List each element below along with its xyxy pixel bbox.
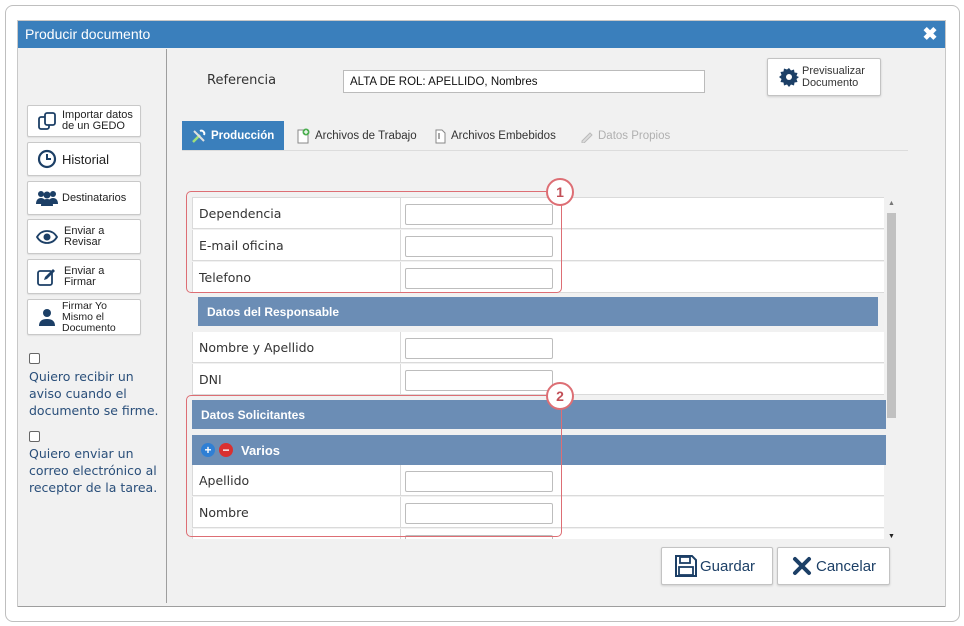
dialog-title: Producir documento xyxy=(25,26,151,42)
referencia-input[interactable]: ALTA DE ROL: APELLIDO, Nombres xyxy=(343,70,705,93)
row-divider xyxy=(400,332,401,363)
dni-label: DNI xyxy=(199,372,222,387)
callout-number-1: 1 xyxy=(546,178,574,206)
dni-input[interactable] xyxy=(405,370,553,391)
scroll-down-arrow-icon[interactable]: ▼ xyxy=(886,531,897,543)
attachment-icon xyxy=(433,128,447,144)
producir-documento-dialog: Producir documento ✖ Importar datos de u… xyxy=(17,20,946,607)
sidebar-divider xyxy=(166,49,167,603)
tab-datos-propios-label: Datos Propios xyxy=(598,129,671,142)
historial-label: Historial xyxy=(62,151,109,167)
tab-archivos-embebidos[interactable]: Archivos Embebidos xyxy=(433,121,556,150)
tab-archivos-trabajo-label: Archivos de Trabajo xyxy=(315,129,417,142)
clock-icon xyxy=(34,149,60,169)
enviar-correo-label: Quiero enviar un correo electrónico al r… xyxy=(29,446,158,495)
enviar-correo-checkbox[interactable] xyxy=(29,431,40,442)
enviar-revisar-label: Enviar a Revisar xyxy=(64,224,105,248)
file-add-icon xyxy=(295,128,311,144)
pen-icon xyxy=(34,267,60,287)
user-icon xyxy=(34,308,60,326)
import-icon xyxy=(34,111,60,131)
row-divider xyxy=(400,364,401,395)
tools-icon xyxy=(191,128,207,144)
enviar-revisar-button[interactable]: Enviar a Revisar xyxy=(27,219,141,254)
close-icon[interactable]: ✖ xyxy=(921,24,939,44)
dialog-titlebar: Producir documento ✖ xyxy=(18,21,945,48)
firmar-yo-mismo-label: Firmar Yo Mismo el Documento xyxy=(62,299,116,334)
tab-archivos-embebidos-label: Archivos Embebidos xyxy=(451,129,556,142)
form-row-nombre-apellido: Nombre y Apellido xyxy=(192,332,884,363)
form-scrollbar[interactable]: ▲ ▼ xyxy=(886,198,897,543)
scroll-up-arrow-icon[interactable]: ▲ xyxy=(886,198,897,210)
referencia-label: Referencia xyxy=(207,73,277,88)
destinatarios-button[interactable]: Destinatarios xyxy=(27,181,141,215)
guardar-button[interactable]: Guardar xyxy=(661,547,773,585)
cancelar-label: Cancelar xyxy=(816,557,877,575)
tab-bar: Producción Archivos de Trabajo Archivos … xyxy=(182,121,908,151)
scroll-thumb[interactable] xyxy=(887,213,896,418)
callout-box-1 xyxy=(186,191,562,293)
nombre-apellido-label: Nombre y Apellido xyxy=(199,340,315,355)
documento-label: Documento xyxy=(802,77,859,89)
section-datos-responsable: Datos del Responsable xyxy=(198,297,878,326)
gear-icon xyxy=(776,67,802,87)
previsualizar-button[interactable]: Previsualizar Documento xyxy=(767,58,881,96)
nombre-apellido-input[interactable] xyxy=(405,338,553,359)
callout-box-2 xyxy=(186,395,562,537)
users-icon xyxy=(34,190,60,206)
destinatarios-label: Destinatarios xyxy=(62,191,127,204)
callout-number-2: 2 xyxy=(546,382,574,410)
save-icon xyxy=(674,554,698,578)
cancel-x-icon xyxy=(792,556,812,576)
tab-produccion[interactable]: Producción xyxy=(182,121,285,150)
firmar-yo-mismo-button[interactable]: Firmar Yo Mismo el Documento xyxy=(27,299,141,335)
tab-datos-propios[interactable]: Datos Propios xyxy=(580,121,670,150)
tab-archivos-trabajo[interactable]: Archivos de Trabajo xyxy=(295,121,417,150)
eye-icon xyxy=(34,229,60,244)
enviar-firmar-label: Enviar a Firmar xyxy=(64,264,105,288)
enviar-firmar-button[interactable]: Enviar a Firmar xyxy=(27,259,141,294)
aviso-firma-label: Quiero recibir un aviso cuando el docume… xyxy=(29,369,159,418)
bottom-divider xyxy=(18,606,945,607)
aviso-firma-checkbox[interactable] xyxy=(29,353,40,364)
form-row-dni: DNI xyxy=(192,364,884,395)
tab-produccion-label: Producción xyxy=(211,129,275,142)
import-gedo-label: Importar datos de un GEDO xyxy=(62,109,133,132)
historial-button[interactable]: Historial xyxy=(27,142,141,176)
guardar-label: Guardar xyxy=(700,557,756,575)
import-gedo-button[interactable]: Importar datos de un GEDO xyxy=(27,105,141,137)
data-icon xyxy=(580,129,594,143)
cancelar-button[interactable]: Cancelar xyxy=(777,547,890,585)
previsualizar-label: Previsualizar xyxy=(802,65,865,77)
